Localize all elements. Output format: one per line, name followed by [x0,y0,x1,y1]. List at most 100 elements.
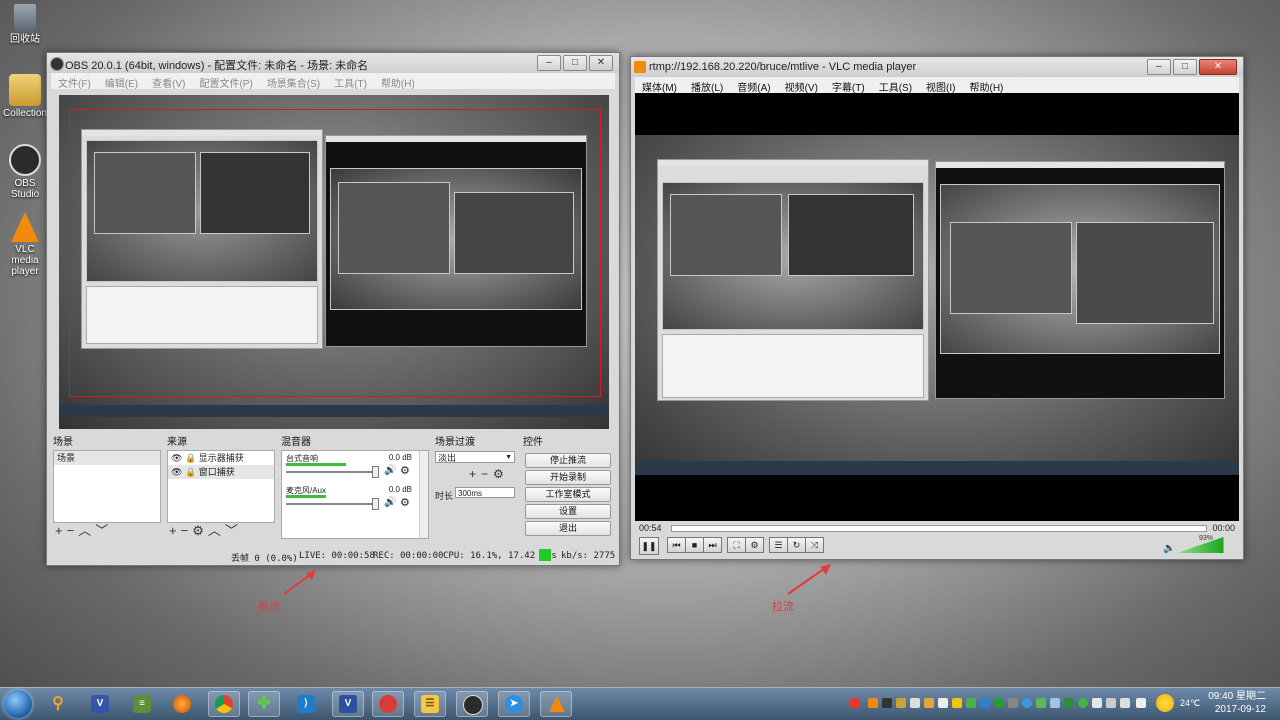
menu-video[interactable]: 视频(V) [778,77,825,94]
start-button[interactable] [4,690,32,718]
volume-icon[interactable] [1136,698,1146,708]
menu-playback[interactable]: 播放(L) [684,77,730,94]
move-up-button[interactable]: ︿ [208,523,225,538]
stop-streaming-button[interactable]: 停止推流 [525,453,611,468]
tray-icon[interactable] [910,698,920,708]
menu-view[interactable]: 查看(V) [145,73,192,90]
menu-media[interactable]: 媒体(M) [635,77,684,94]
exit-button[interactable]: 退出 [525,521,611,536]
close-button[interactable]: ✕ [589,55,613,71]
remove-transition-button[interactable]: − [481,467,493,481]
close-button[interactable]: ✕ [1199,59,1237,75]
tray-icon[interactable] [994,698,1004,708]
volume-slider[interactable] [286,503,376,505]
transition-select[interactable]: 淡出 ▼ [435,451,515,463]
speaker-icon[interactable]: 🔈 [1163,543,1175,554]
taskbar-visio-2[interactable]: V [332,691,364,717]
shield-icon[interactable] [980,698,990,708]
vlc-titlebar[interactable]: rtmp://192.168.20.220/bruce/mtlive - VLC… [631,57,1243,77]
source-item[interactable]: 👁 🔒 窗口捕获 [168,465,274,479]
taskbar-clover[interactable]: ✤ [248,691,280,717]
tray-icon[interactable] [1064,698,1074,708]
volume-slider-knob[interactable] [372,466,379,478]
clock[interactable]: 09:40 星期二 2017-09-12 [1208,690,1266,716]
scene-item[interactable]: 场景 [54,451,160,465]
tray-icon[interactable] [938,698,948,708]
vlc-video-area[interactable] [635,93,1239,521]
tray-icon[interactable] [966,698,976,708]
previous-button[interactable]: ⏮ [667,537,686,553]
gear-icon[interactable]: ⚙ [400,464,410,477]
volume-slider[interactable]: 93% [1177,535,1227,553]
speaker-icon[interactable]: 🔊 [384,497,396,508]
gear-icon[interactable]: ⚙ [493,467,509,481]
settings-button[interactable]: 设置 [525,504,611,519]
volume-slider-knob[interactable] [372,498,379,510]
taskbar-notes[interactable]: ☰ [414,691,446,717]
tray-icon[interactable] [1050,698,1060,708]
obs-titlebar[interactable]: OBS 20.0.1 (64bit, windows) - 配置文件: 未命名 … [47,53,619,73]
taskbar-vlc[interactable] [540,691,572,717]
taskbar-firefox[interactable] [166,691,198,717]
menu-tools[interactable]: 工具(T) [327,73,374,90]
tray-icon[interactable] [896,698,906,708]
network-icon[interactable] [1120,698,1130,708]
move-up-button[interactable]: ︿ [78,523,95,538]
remove-source-button[interactable]: − [181,523,193,538]
minimize-button[interactable]: – [537,55,561,71]
menu-edit[interactable]: 编辑(E) [98,73,145,90]
eye-icon[interactable]: 👁 [171,467,182,477]
stop-button[interactable]: ■ [685,537,704,553]
tray-icon[interactable] [952,698,962,708]
shuffle-button[interactable]: ⤨ [805,537,824,553]
menu-audio[interactable]: 音频(A) [730,77,777,94]
vlc-tray-icon[interactable] [868,698,878,708]
tray-icon[interactable] [1106,698,1116,708]
studio-mode-button[interactable]: 工作室模式 [525,487,611,502]
desktop-icon-vlc[interactable]: VLC media player [2,212,48,277]
duration-input[interactable]: 300ms [455,487,515,498]
menu-subtitle[interactable]: 字幕(T) [825,77,872,94]
seek-bar[interactable] [671,525,1207,532]
lock-icon[interactable]: 🔒 [185,467,196,477]
menu-file[interactable]: 文件(F) [51,73,98,90]
mixer-scrollbar[interactable] [419,451,428,538]
minimize-button[interactable]: – [1147,59,1171,75]
obs-preview[interactable] [59,95,609,429]
tray-icon[interactable] [924,698,934,708]
remove-scene-button[interactable]: − [67,523,79,538]
taskbar-chrome[interactable] [208,691,240,717]
tray-icon[interactable] [1036,698,1046,708]
wechat-icon[interactable] [1078,698,1088,708]
start-recording-button[interactable]: 开始录制 [525,470,611,485]
desktop-icon-obs[interactable]: OBS Studio [2,144,48,200]
taskbar-visio[interactable]: V [84,691,116,717]
fullscreen-button[interactable]: ⛶ [727,537,746,553]
eye-icon[interactable]: 👁 [171,453,182,463]
gear-icon[interactable]: ⚙ [192,523,208,538]
menu-view[interactable]: 视图(I) [919,77,962,94]
add-source-button[interactable]: + [169,523,181,538]
taskbar-redapp[interactable] [372,691,404,717]
move-down-button[interactable]: ﹀ [95,523,112,538]
move-down-button[interactable]: ﹀ [225,523,242,538]
desktop-icon-collection[interactable]: Collection [2,74,48,119]
volume-slider[interactable] [286,471,376,473]
menu-profile[interactable]: 配置文件(P) [192,73,259,90]
maximize-button[interactable]: □ [563,55,587,71]
tray-icon[interactable] [1008,698,1018,708]
tray-icon[interactable] [1022,698,1032,708]
add-scene-button[interactable]: + [55,523,67,538]
add-transition-button[interactable]: + [469,467,481,481]
menu-help[interactable]: 帮助(H) [963,77,1011,94]
sun-weather-icon[interactable] [1156,694,1174,712]
maximize-button[interactable]: □ [1173,59,1197,75]
tray-icon[interactable] [1092,698,1102,708]
taskbar-notepad[interactable]: ≡ [126,691,158,717]
next-button[interactable]: ⏭ [703,537,722,553]
desktop-icon-recycle-bin[interactable]: 回收站 [2,4,48,45]
sogou-icon[interactable] [850,698,860,708]
source-item[interactable]: 👁 🔒 显示器捕获 [168,451,274,465]
taskbar-vscode[interactable]: ⟩ [290,691,322,717]
taskbar-search[interactable]: ⚲ [42,691,74,717]
